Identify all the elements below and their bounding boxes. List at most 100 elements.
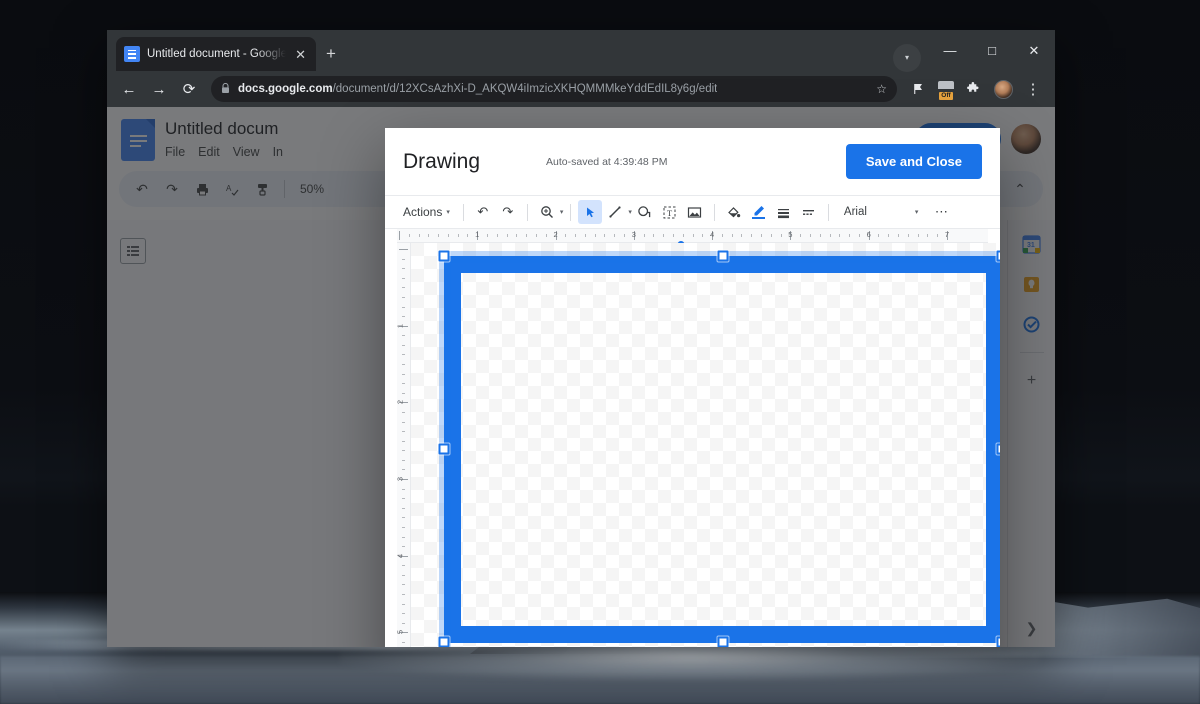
browser-toolbar-right: Off ⋮: [905, 75, 1047, 103]
rectangle-shape[interactable]: [444, 256, 1000, 643]
ruler-tick: [402, 431, 405, 432]
ruler-number: 6: [867, 230, 871, 239]
drawing-workspace: 12345: [385, 243, 1000, 647]
ruler-tick: [516, 234, 517, 237]
forward-icon[interactable]: →: [145, 75, 173, 103]
ruler-tick: [810, 234, 811, 237]
image-tool-icon[interactable]: [683, 200, 707, 224]
resize-handle-middle-left[interactable]: [439, 444, 450, 455]
profile-avatar[interactable]: [989, 75, 1017, 103]
border-color-icon[interactable]: [747, 200, 771, 224]
chrome-menu-icon[interactable]: ⋮: [1019, 75, 1047, 103]
vertical-ruler[interactable]: 12345: [397, 243, 411, 647]
maximize-button[interactable]: □: [971, 30, 1013, 71]
font-family-select[interactable]: Arial: [836, 206, 914, 218]
ruler-tick: [402, 623, 405, 624]
zoom-icon[interactable]: [535, 200, 559, 224]
ruler-tick: [546, 234, 547, 237]
browser-tab[interactable]: Untitled document - Google Doc ✕: [116, 37, 316, 71]
ruler-tick: [402, 316, 405, 317]
google-docs-favicon: [124, 46, 140, 62]
svg-text:T: T: [667, 208, 673, 218]
ruler-tick: [878, 234, 879, 237]
ruler-tick: [565, 234, 566, 237]
ruler-tick: [800, 234, 801, 237]
resize-handle-top-right[interactable]: [997, 251, 1001, 262]
tab-search-icon[interactable]: ▾: [893, 44, 921, 72]
resize-handle-bottom-center[interactable]: [718, 637, 729, 648]
toolbar-divider: [463, 204, 464, 221]
ruler-number: 3: [632, 230, 636, 239]
ruler-tick: [402, 642, 405, 643]
resize-handle-bottom-left[interactable]: [439, 637, 450, 648]
bookmark-star-icon[interactable]: ☆: [876, 82, 887, 96]
ruler-tick: [683, 234, 684, 237]
border-weight-icon[interactable]: [772, 200, 796, 224]
resize-handle-middle-right[interactable]: [997, 444, 1001, 455]
reading-list-flag-icon[interactable]: [905, 75, 933, 103]
ruler-tick: [402, 297, 405, 298]
extension-off-icon[interactable]: Off: [935, 78, 957, 100]
line-chevron-down-icon[interactable]: ▾: [628, 208, 632, 216]
ruler-tick: [830, 234, 831, 237]
ruler-number: 1: [475, 230, 479, 239]
ruler-tick: [402, 364, 405, 365]
ruler-tick: [402, 460, 405, 461]
ruler-tick: [497, 234, 498, 237]
font-chevron-down-icon[interactable]: ▾: [915, 208, 929, 216]
ruler-tick: [402, 393, 405, 394]
save-and-close-button[interactable]: Save and Close: [846, 144, 982, 179]
ruler-tick: [402, 259, 405, 260]
new-tab-button[interactable]: +: [326, 44, 336, 64]
window-controls: ▾ — □ ✕: [893, 30, 1055, 71]
ruler-tick: [402, 594, 405, 595]
ruler-tick: [908, 234, 909, 237]
reload-icon[interactable]: ⟳: [175, 75, 203, 103]
ruler-tick: [507, 234, 508, 237]
ruler-tick: [536, 234, 537, 237]
undo-icon[interactable]: ↶: [471, 200, 495, 224]
ruler-tick: [918, 234, 919, 237]
browser-titlebar: Untitled document - Google Doc ✕ + ▾ — □…: [107, 30, 1055, 71]
ruler-tick: [781, 234, 782, 237]
back-icon[interactable]: ←: [115, 75, 143, 103]
more-options-icon[interactable]: ⋯: [929, 200, 953, 224]
address-bar[interactable]: docs.google.com/document/d/12XCsAzhXi-D_…: [211, 76, 897, 102]
close-tab-icon[interactable]: ✕: [293, 46, 308, 63]
resize-handle-top-center[interactable]: [718, 251, 729, 262]
extensions-puzzle-icon[interactable]: [959, 75, 987, 103]
ruler-tick: [624, 234, 625, 237]
redo-icon[interactable]: ↷: [496, 200, 520, 224]
ruler-tick: [419, 234, 420, 237]
ruler-tick: [751, 234, 752, 237]
ruler-tick: [402, 489, 405, 490]
ruler-tick: [402, 537, 405, 538]
zoom-chevron-down-icon[interactable]: ▾: [560, 208, 564, 216]
ruler-tick: [402, 498, 405, 499]
minimize-button[interactable]: —: [929, 30, 971, 71]
ruler-number: 2: [396, 400, 405, 404]
ruler-tick: [849, 234, 850, 237]
line-tool-icon[interactable]: [603, 200, 627, 224]
select-tool-icon[interactable]: [578, 200, 602, 224]
ruler-tick: [402, 565, 405, 566]
resize-handle-top-left[interactable]: [439, 251, 450, 262]
fill-color-icon[interactable]: [722, 200, 746, 224]
actions-menu-button[interactable]: Actions ▾: [397, 205, 456, 219]
close-window-button[interactable]: ✕: [1013, 30, 1055, 71]
ruler-tick: [402, 575, 405, 576]
border-dash-icon[interactable]: [797, 200, 821, 224]
ruler-tick: [644, 234, 645, 237]
shape-tool-icon[interactable]: [633, 200, 657, 224]
autosave-status: Auto-saved at 4:39:48 PM: [546, 156, 667, 168]
ruler-tick: [402, 287, 405, 288]
ruler-tick: [614, 234, 615, 237]
horizontal-ruler[interactable]: 1234567: [397, 229, 988, 243]
textbox-tool-icon[interactable]: T: [658, 200, 682, 224]
ruler-tick: [402, 469, 405, 470]
ruler-tick: [820, 234, 821, 237]
resize-handle-bottom-right[interactable]: [997, 637, 1001, 648]
drawing-canvas[interactable]: [411, 243, 1000, 647]
ruler-tick: [702, 234, 703, 237]
url-path: /document/d/12XCsAzhXi-D_AKQW4iImzicXKHQ…: [333, 83, 718, 95]
